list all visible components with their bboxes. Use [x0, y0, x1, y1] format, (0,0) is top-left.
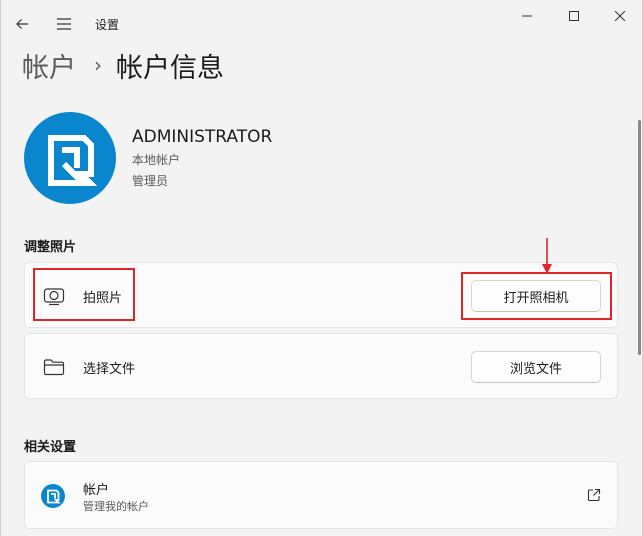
hamburger-icon [57, 18, 71, 30]
browse-files-button[interactable]: 浏览文件 [471, 351, 601, 383]
breadcrumb-parent-accounts[interactable]: 帐户 [22, 46, 76, 85]
highlight-take-photo [33, 268, 135, 321]
minimize-icon [522, 15, 532, 17]
highlight-open-camera [461, 272, 612, 320]
scrollbar[interactable] [638, 120, 641, 355]
external-link-icon [587, 488, 601, 502]
breadcrumb-separator: › [94, 53, 102, 77]
close-button[interactable] [597, 0, 643, 32]
accounts-link-card[interactable]: 帐户 管理我的帐户 [24, 461, 618, 529]
page-title: 帐户信息 [116, 52, 224, 84]
annotation-arrow-icon [542, 238, 552, 274]
choose-file-card: 选择文件 浏览文件 [24, 333, 618, 399]
settings-window: 设置 帐户 › 帐户信息 ADMINISTRATOR 本地帐户 管理员 调整照片 [0, 0, 643, 536]
avatar[interactable] [24, 112, 116, 204]
nav-menu-button[interactable] [49, 9, 79, 39]
title-bar: 设置 [1, 0, 642, 46]
user-name: ADMINISTRATOR [132, 127, 273, 147]
accounts-link-subtitle: 管理我的帐户 [83, 500, 149, 513]
account-logo-icon [48, 135, 98, 186]
maximize-button[interactable] [551, 0, 597, 32]
folder-icon [43, 359, 65, 376]
account-logo-small-icon [41, 484, 65, 508]
adjust-photo-heading: 调整照片 [24, 240, 77, 255]
related-settings-heading: 相关设置 [24, 440, 77, 455]
breadcrumb: 帐户 › 帐户信息 [22, 44, 224, 86]
maximize-icon [569, 11, 579, 21]
close-icon [615, 11, 625, 21]
accounts-link-title: 帐户 [83, 483, 110, 498]
account-type: 本地帐户 [132, 153, 181, 167]
minimize-button[interactable] [504, 0, 550, 32]
user-role: 管理员 [132, 174, 169, 188]
back-arrow-icon [16, 19, 28, 29]
choose-file-label: 选择文件 [83, 362, 136, 377]
app-title: 设置 [95, 18, 120, 32]
back-button[interactable] [7, 9, 37, 39]
